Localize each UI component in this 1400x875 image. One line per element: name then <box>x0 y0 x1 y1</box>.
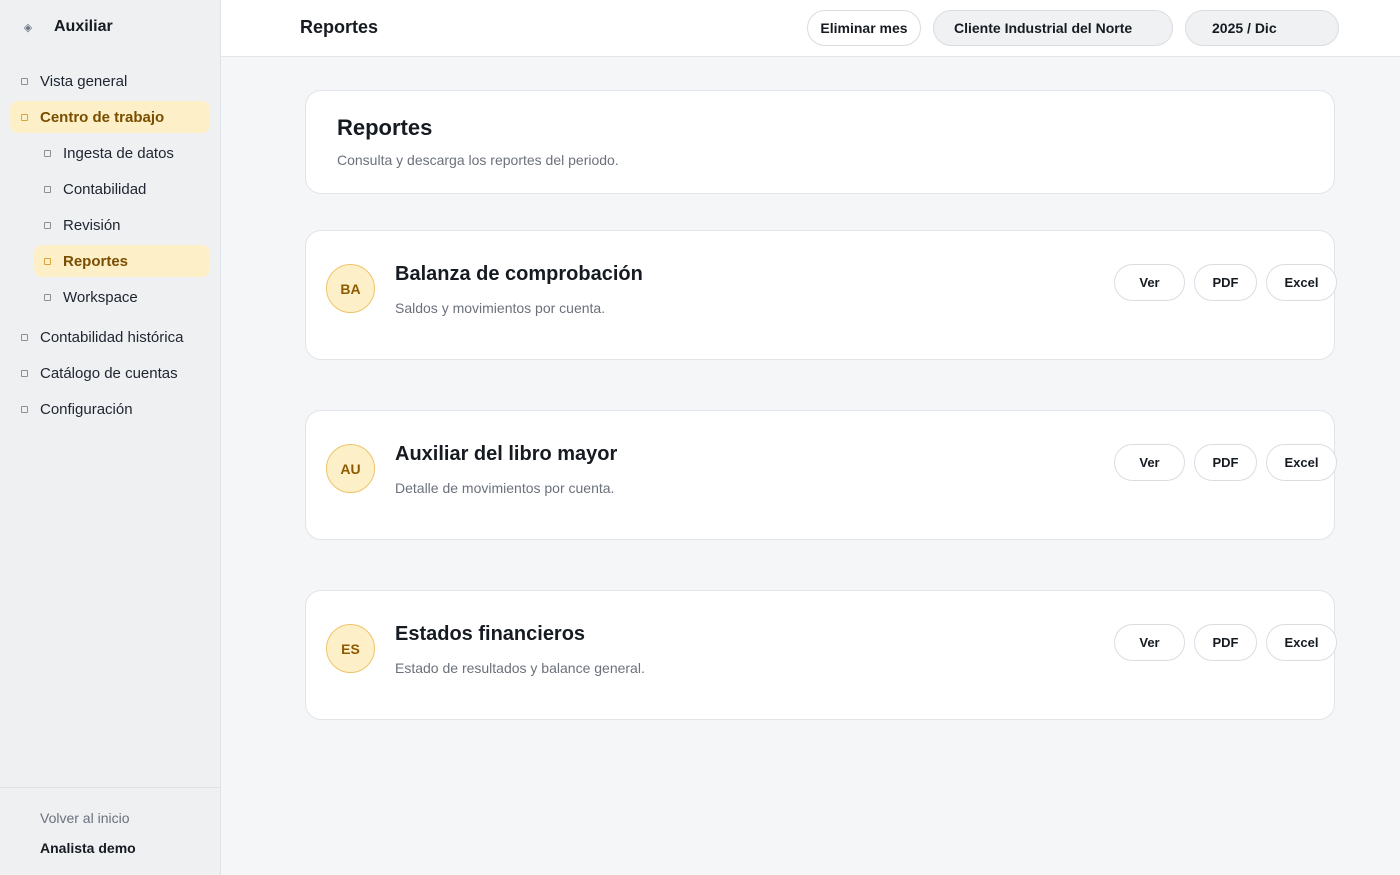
square-bullet-icon <box>21 369 28 377</box>
sidebar-item-label: Workspace <box>63 288 138 306</box>
sidebar: ◈ Auxiliar Vista general Centro de traba… <box>0 0 221 875</box>
period-select[interactable]: 2025 / Dic <box>1185 10 1339 46</box>
sidebar-item-contabilidad-historica[interactable]: Contabilidad histórica <box>10 321 210 353</box>
brand-name: Auxiliar <box>54 18 113 35</box>
sidebar-item-catalogo-de-cuentas[interactable]: Catálogo de cuentas <box>10 357 210 389</box>
view-button[interactable]: Ver <box>1114 444 1185 481</box>
excel-button[interactable]: Excel <box>1266 624 1337 661</box>
sidebar-item-label: Vista general <box>40 72 128 90</box>
report-description: Detalle de movimientos por cuenta. <box>395 480 615 496</box>
reports-header-card: Reportes Consulta y descarga los reporte… <box>305 90 1335 194</box>
sidebar-item-label: Configuración <box>40 400 133 418</box>
square-bullet-icon <box>44 293 51 301</box>
square-bullet-icon <box>44 257 51 265</box>
view-button[interactable]: Ver <box>1114 624 1185 661</box>
report-initials-badge: ES <box>326 624 375 673</box>
report-title: Auxiliar del libro mayor <box>395 443 618 465</box>
square-bullet-icon <box>21 77 28 85</box>
square-bullet-icon <box>21 113 28 121</box>
excel-button[interactable]: Excel <box>1266 444 1337 481</box>
sidebar-item-label: Ingesta de datos <box>63 144 174 162</box>
square-bullet-icon <box>44 221 51 229</box>
section-description: Consulta y descarga los reportes del per… <box>337 152 619 168</box>
sidebar-item-revision[interactable]: Revisión <box>34 209 210 241</box>
client-select[interactable]: Cliente Industrial del Norte <box>933 10 1173 46</box>
square-bullet-icon <box>21 333 28 341</box>
sidebar-item-contabilidad[interactable]: Contabilidad <box>34 173 210 205</box>
brand[interactable]: ◈ Auxiliar <box>20 16 113 38</box>
client-select-value: Cliente Industrial del Norte <box>954 20 1133 36</box>
sidebar-item-label: Catálogo de cuentas <box>40 364 178 382</box>
view-button[interactable]: Ver <box>1114 264 1185 301</box>
sidebar-item-label: Centro de trabajo <box>40 108 165 126</box>
sidebar-item-reportes[interactable]: Reportes <box>34 245 210 277</box>
report-description: Saldos y movimientos por cuenta. <box>395 300 606 316</box>
excel-button[interactable]: Excel <box>1266 264 1337 301</box>
report-description: Estado de resultados y balance general. <box>395 660 645 676</box>
back-to-home-link[interactable]: Volver al inicio <box>40 810 130 826</box>
delete-month-label: Eliminar mes <box>820 20 908 36</box>
sidebar-item-workspace[interactable]: Workspace <box>34 281 210 313</box>
sidebar-item-label: Reportes <box>63 252 129 270</box>
sidebar-footer: Volver al inicio Analista demo <box>0 787 220 875</box>
sidebar-item-label: Contabilidad <box>63 180 147 198</box>
sidebar-item-configuracion[interactable]: Configuración <box>10 393 210 425</box>
sidebar-item-vista-general[interactable]: Vista general <box>10 65 210 97</box>
delete-month-button[interactable]: Eliminar mes <box>807 10 921 46</box>
diamond-icon: ◈ <box>23 21 33 34</box>
report-initials-badge: AU <box>326 444 375 493</box>
report-card-balanza: BA Balanza de comprobación Saldos y movi… <box>305 230 1337 360</box>
pdf-button[interactable]: PDF <box>1194 444 1257 481</box>
report-title: Balanza de comprobación <box>395 263 643 285</box>
report-card-auxiliar: AU Auxiliar del libro mayor Detalle de m… <box>305 410 1337 540</box>
square-bullet-icon <box>44 149 51 157</box>
top-bar: Reportes Eliminar mes Cliente Industrial… <box>221 0 1400 57</box>
sidebar-item-centro-de-trabajo[interactable]: Centro de trabajo <box>10 101 210 133</box>
report-card-estados: ES Estados financieros Estado de resulta… <box>305 590 1337 720</box>
pdf-button[interactable]: PDF <box>1194 624 1257 661</box>
square-bullet-icon <box>21 405 28 413</box>
user-name: Analista demo <box>40 840 136 856</box>
report-title: Estados financieros <box>395 623 586 645</box>
sidebar-item-label: Contabilidad histórica <box>40 328 184 346</box>
sidebar-item-ingesta-de-datos[interactable]: Ingesta de datos <box>34 137 210 169</box>
sidebar-item-label: Revisión <box>63 216 121 234</box>
pdf-button[interactable]: PDF <box>1194 264 1257 301</box>
square-bullet-icon <box>44 185 51 193</box>
section-title: Reportes <box>337 115 433 140</box>
report-initials-badge: BA <box>326 264 375 313</box>
period-select-value: 2025 / Dic <box>1212 20 1277 36</box>
page-title: Reportes <box>300 17 379 37</box>
